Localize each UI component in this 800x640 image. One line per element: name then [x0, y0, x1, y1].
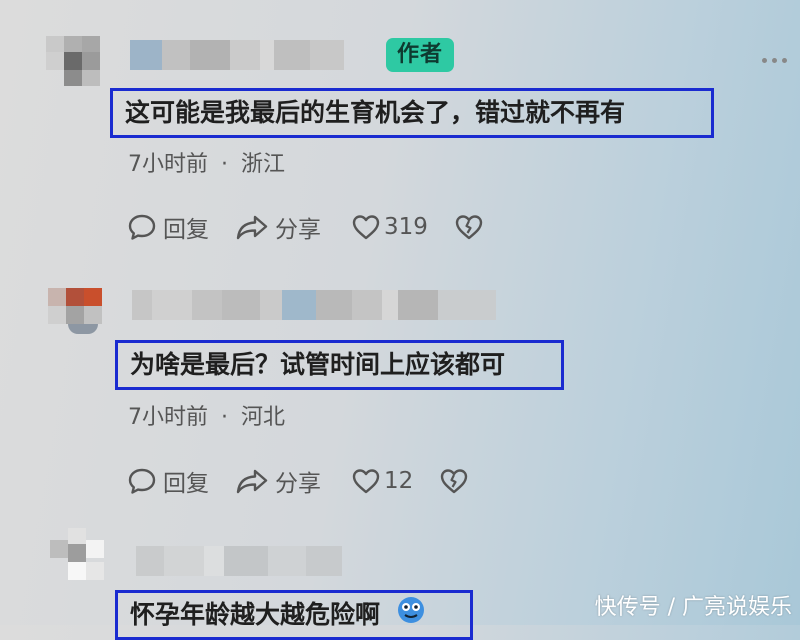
reply-button[interactable]: 回复 [127, 210, 209, 244]
comment-bubble-icon [127, 466, 157, 496]
comment-actions: 回复 分享 12 [127, 464, 469, 498]
avatar[interactable] [48, 282, 120, 338]
username-blurred[interactable] [130, 40, 344, 70]
dislike-button[interactable] [439, 467, 469, 495]
comment-location: 河北 [241, 405, 286, 430]
comment-actions: 回复 分享 319 [127, 210, 484, 244]
comment-location: 浙江 [241, 152, 286, 177]
share-arrow-icon [235, 466, 269, 496]
like-count: 319 [384, 214, 428, 240]
reply-label: 回复 [163, 471, 209, 497]
meta-separator: · [221, 152, 228, 177]
share-label: 分享 [275, 217, 321, 243]
author-badge: 作者 [386, 38, 454, 72]
comment-text: 怀孕年龄越大越危险啊 [115, 590, 473, 640]
comment-time: 7小时前 [128, 152, 208, 177]
share-arrow-icon [235, 212, 269, 242]
like-count: 12 [384, 468, 414, 494]
avatar[interactable] [46, 36, 118, 86]
like-button[interactable]: 12 [351, 467, 413, 495]
blue-face-emoji-icon [395, 593, 427, 637]
username-blurred[interactable] [132, 290, 496, 320]
broken-heart-icon [439, 467, 469, 495]
comment-meta: 7小时前 · 河北 [128, 399, 285, 431]
heart-icon [351, 213, 381, 241]
comment-text: 这可能是我最后的生育机会了，错过就不再有 [110, 88, 714, 138]
comment-bubble-icon [127, 212, 157, 242]
heart-icon [351, 467, 381, 495]
reply-label: 回复 [163, 217, 209, 243]
share-label: 分享 [275, 471, 321, 497]
comment-time: 7小时前 [128, 405, 208, 430]
reply-button[interactable]: 回复 [127, 464, 209, 498]
avatar[interactable] [50, 528, 116, 588]
watermark: 快传号 / 广亮说娱乐 [594, 595, 792, 620]
share-button[interactable]: 分享 [235, 464, 321, 498]
comment-text: 为啥是最后？试管时间上应该都可 [115, 340, 564, 390]
broken-heart-icon [454, 213, 484, 241]
username-blurred[interactable] [136, 546, 342, 576]
comment-meta: 7小时前 · 浙江 [128, 146, 285, 178]
like-button[interactable]: 319 [351, 213, 428, 241]
share-button[interactable]: 分享 [235, 210, 321, 244]
more-icon[interactable] [762, 58, 792, 68]
dislike-button[interactable] [454, 213, 484, 241]
meta-separator: · [221, 405, 228, 430]
